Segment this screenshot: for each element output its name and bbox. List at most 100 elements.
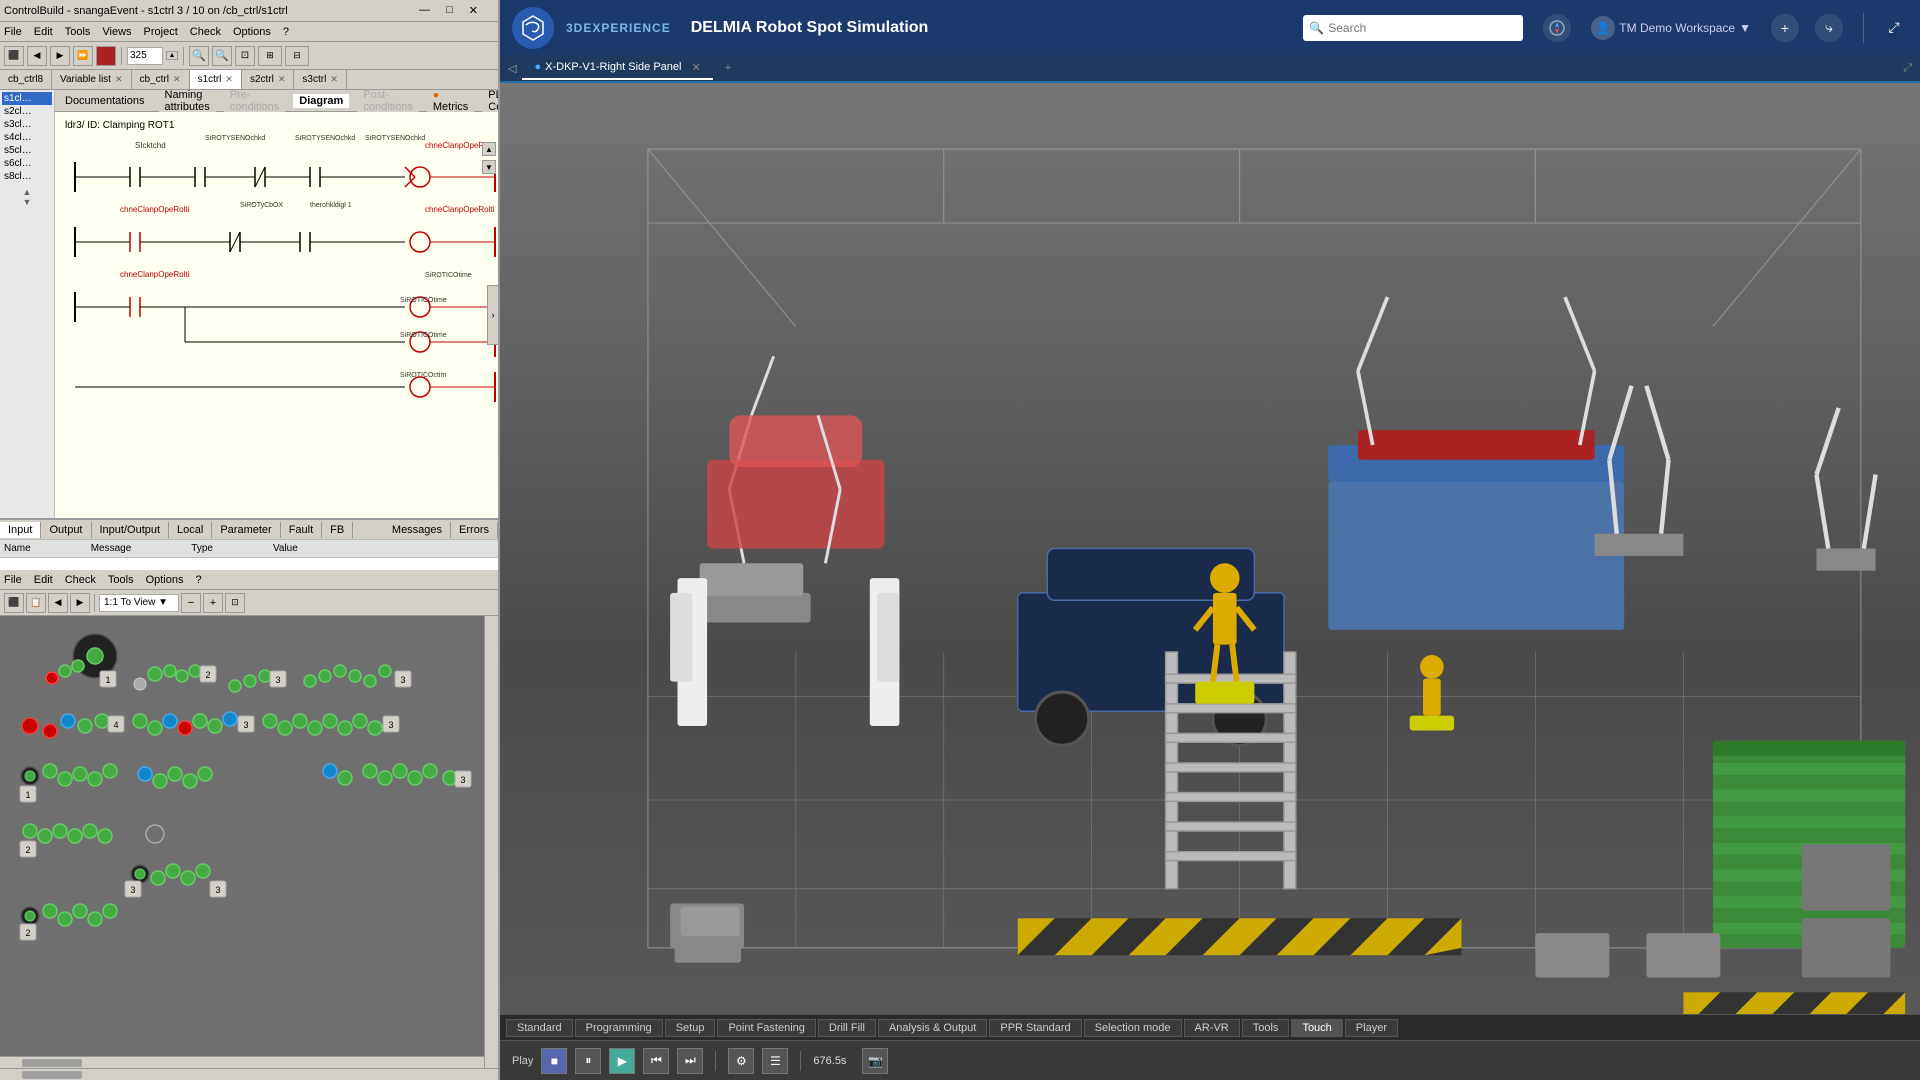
menu-project[interactable]: Project	[144, 26, 178, 38]
diag-tab-naming[interactable]: Naming attributes	[159, 90, 216, 114]
menu-file[interactable]: File	[4, 26, 22, 38]
btm-tab-touch[interactable]: Touch	[1291, 1019, 1342, 1037]
menu-options[interactable]: Options	[233, 26, 271, 38]
tb2-zoom-out[interactable]: −	[181, 593, 201, 613]
fast-forward-btn[interactable]: ⏭	[677, 1048, 703, 1074]
menu-views[interactable]: Views	[102, 26, 131, 38]
tb2-btn4[interactable]: ▶	[70, 593, 90, 613]
btm-tab-point-fastening[interactable]: Point Fastening	[717, 1019, 815, 1037]
diag-tab-diagram[interactable]: Diagram	[293, 94, 349, 108]
zoom-fit-btn[interactable]: ⊡	[235, 46, 255, 66]
btm-tab-selection[interactable]: Selection mode	[1084, 1019, 1182, 1037]
tree-scroll-down[interactable]: ▼	[2, 197, 52, 207]
menu2-check[interactable]: Check	[65, 574, 96, 586]
tree-item-s1cl[interactable]: s1cl…	[2, 92, 52, 105]
tb-btn-3[interactable]: ▶	[50, 46, 70, 66]
io-tab-output[interactable]: Output	[41, 522, 91, 538]
io-tab-input[interactable]: Input	[0, 522, 41, 538]
btm-tab-standard[interactable]: Standard	[506, 1019, 573, 1037]
stop-btn[interactable]: ■	[541, 1048, 567, 1074]
menu2-options[interactable]: Options	[146, 574, 184, 586]
tab-s2ctrl[interactable]: s2ctrl ✕	[242, 70, 294, 89]
tab-s1ctrl[interactable]: s1ctrl ✕	[190, 70, 242, 89]
diag-tab-plc[interactable]: PLC Code	[482, 90, 498, 114]
tb2-fit[interactable]: ⊡	[225, 593, 245, 613]
diagram-expand-btn[interactable]: ›	[487, 285, 498, 345]
tb2-zoom-in[interactable]: +	[203, 593, 223, 613]
tb-btn-stop[interactable]	[96, 46, 116, 66]
tab-cbctrl-close[interactable]: ✕	[173, 74, 181, 85]
io-tab-fault[interactable]: Fault	[281, 522, 322, 538]
dsx-logo-btn[interactable]	[512, 7, 554, 49]
compass-icon-btn[interactable]	[1543, 14, 1571, 42]
btm-tab-programming[interactable]: Programming	[575, 1019, 663, 1037]
minimize-btn[interactable]: —	[419, 4, 430, 17]
btm-tab-drill-fill[interactable]: Drill Fill	[818, 1019, 876, 1037]
tree-item-s3cl[interactable]: s3cl…	[2, 118, 52, 131]
tree-item-s4cl[interactable]: s4cl…	[2, 131, 52, 144]
tab-variable-list-close[interactable]: ✕	[115, 74, 123, 85]
io-tab-local[interactable]: Local	[169, 522, 212, 538]
fullscreen-expand-btn[interactable]: ⤢	[1880, 14, 1908, 42]
pause-btn[interactable]: ⏸	[575, 1048, 601, 1074]
tb-btn-1[interactable]: ⬛	[4, 46, 24, 66]
search-input[interactable]	[1328, 21, 1517, 35]
io-tab-errors[interactable]: Errors	[451, 522, 498, 538]
diagram-scroll-up[interactable]: ▲	[482, 142, 496, 156]
arrange-btn[interactable]: ⊟	[285, 46, 309, 66]
io-tab-fb[interactable]: FB	[322, 522, 353, 538]
play-btn[interactable]: ▶	[609, 1048, 635, 1074]
diag-tab-pre[interactable]: Pre-conditions	[224, 90, 286, 114]
tab-close-icon[interactable]: ✕	[691, 61, 700, 74]
step-up[interactable]: ▲	[166, 51, 178, 60]
diag-tab-docs[interactable]: Documentations	[59, 94, 151, 108]
zoom-out-btn[interactable]: 🔍	[189, 46, 209, 66]
menu-check[interactable]: Check	[190, 26, 221, 38]
menu-tools[interactable]: Tools	[65, 26, 91, 38]
graph-vscroll[interactable]	[484, 616, 498, 1068]
rewind-btn[interactable]: ⏮	[643, 1048, 669, 1074]
fit-all-btn[interactable]: ⊞	[258, 46, 282, 66]
diag-tab-post[interactable]: Post-conditions	[357, 90, 419, 114]
workspace-selector[interactable]: 👤 TM Demo Workspace ▼	[1591, 16, 1751, 40]
menu2-tools[interactable]: Tools	[108, 574, 134, 586]
diagram-scroll-down[interactable]: ▼	[482, 160, 496, 174]
left-bottom-hscroll-thumb[interactable]	[22, 1071, 82, 1079]
menu2-edit[interactable]: Edit	[34, 574, 53, 586]
io-tab-param[interactable]: Parameter	[212, 522, 280, 538]
btm-tab-setup[interactable]: Setup	[665, 1019, 716, 1037]
graph-hscroll-thumb[interactable]	[22, 1059, 82, 1067]
io-tab-io[interactable]: Input/Output	[92, 522, 170, 538]
tab-s3ctrl[interactable]: s3ctrl ✕	[294, 70, 346, 89]
menu-help[interactable]: ?	[283, 26, 289, 38]
add-btn[interactable]: +	[1771, 14, 1799, 42]
tab-variable-list[interactable]: Variable list ✕	[52, 70, 132, 89]
tab-x-dkp[interactable]: ● X-DKP-V1-Right Side Panel ✕	[522, 57, 712, 80]
step-input[interactable]: 325	[127, 47, 163, 65]
tree-item-s5cl[interactable]: s5cl…	[2, 144, 52, 157]
btm-tab-analysis[interactable]: Analysis & Output	[878, 1019, 987, 1037]
3d-viewport[interactable]: Simulation Tools » ⬜ 🤖 ~ 📊 →	[500, 83, 1920, 1014]
share-btn[interactable]: ⤷	[1815, 14, 1843, 42]
graph-hscroll[interactable]	[0, 1056, 484, 1068]
tab-cbctrl8[interactable]: cb_ctrl8	[0, 70, 52, 89]
tree-scroll-up[interactable]: ▲	[2, 187, 52, 197]
tb-btn-4[interactable]: ⏩	[73, 46, 93, 66]
tb-btn-2[interactable]: ◀	[27, 46, 47, 66]
zoom-in-btn[interactable]: 🔍	[212, 46, 232, 66]
list-btn[interactable]: ☰	[762, 1048, 788, 1074]
capture-btn[interactable]: 📷	[862, 1048, 888, 1074]
settings-btn[interactable]: ⚙	[728, 1048, 754, 1074]
tb2-btn1[interactable]: ⬛	[4, 593, 24, 613]
tab-cbctrl[interactable]: cb_ctrl ✕	[132, 70, 190, 89]
dsx-search-box[interactable]: 🔍	[1303, 15, 1523, 41]
tab-s3ctrl-close[interactable]: ✕	[330, 74, 338, 85]
view-dropdown[interactable]: 1:1 To View ▼	[99, 594, 179, 612]
menu2-help[interactable]: ?	[196, 574, 202, 586]
tab-add[interactable]: +	[713, 58, 743, 78]
3dx-back-btn[interactable]: ◁	[508, 62, 516, 75]
btm-tab-player[interactable]: Player	[1345, 1019, 1398, 1037]
close-btn[interactable]: ✕	[469, 4, 478, 17]
btm-tab-tools[interactable]: Tools	[1242, 1019, 1290, 1037]
tree-item-s6cl[interactable]: s6cl…	[2, 157, 52, 170]
